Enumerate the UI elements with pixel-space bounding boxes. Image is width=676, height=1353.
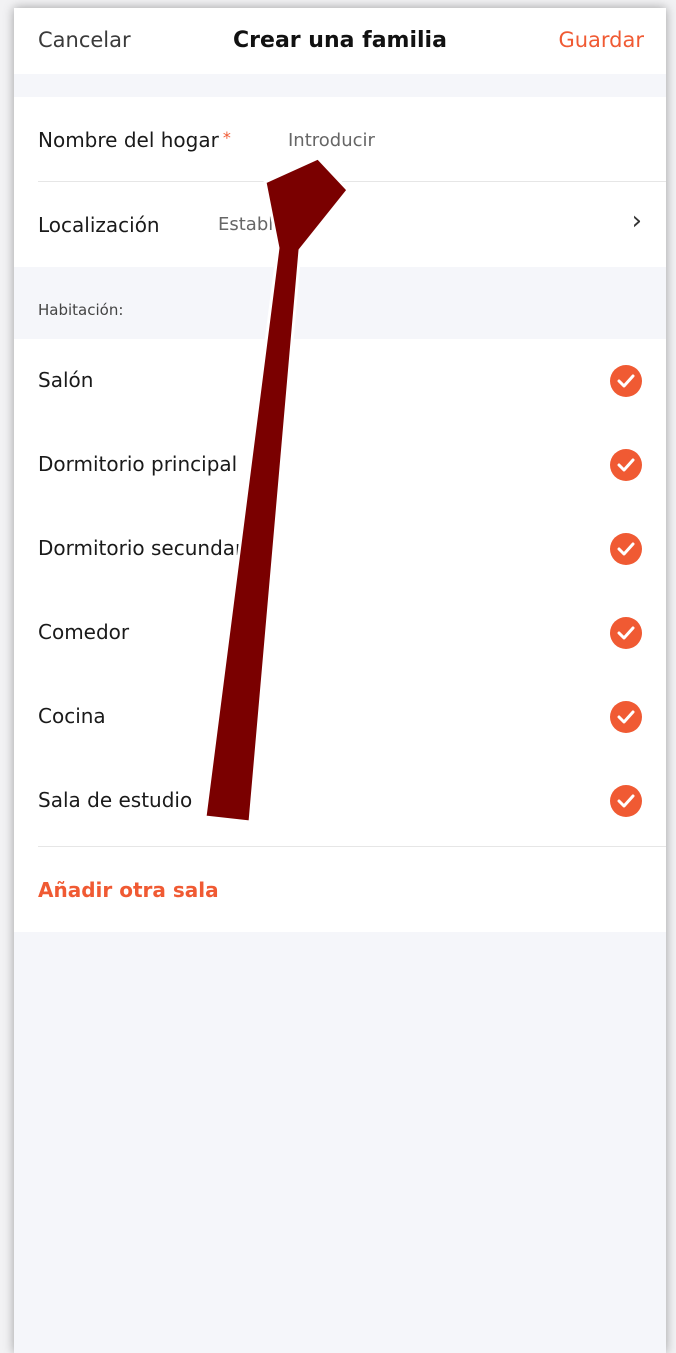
chevron-right-icon: › (631, 206, 642, 236)
room-name: Cocina (38, 704, 106, 728)
check-icon[interactable] (610, 365, 642, 397)
rooms-list: Salón Dormitorio principal Dormitorio se… (14, 339, 666, 932)
divider (38, 846, 666, 847)
app-screen: Cancelar Crear una familia Guardar Nombr… (14, 8, 666, 1353)
check-icon[interactable] (610, 533, 642, 565)
room-item-salon[interactable]: Salón (14, 339, 666, 423)
room-item-comedor[interactable]: Comedor (14, 591, 666, 675)
location-label: Localización (38, 213, 160, 237)
rooms-section-label: Habitación: (38, 301, 124, 319)
location-value: Establecer (218, 214, 313, 235)
room-item-cocina[interactable]: Cocina (14, 675, 666, 759)
check-icon[interactable] (610, 449, 642, 481)
check-icon[interactable] (610, 701, 642, 733)
room-name: Comedor (38, 620, 130, 644)
room-name: Sala de estudio (38, 788, 193, 812)
check-icon[interactable] (610, 617, 642, 649)
home-name-label: Nombre del hogar * (38, 128, 231, 152)
top-bar: Cancelar Crear una familia Guardar (14, 8, 666, 74)
room-item-dormitorio-principal[interactable]: Dormitorio principal (14, 423, 666, 507)
room-item-sala-de-estudio[interactable]: Sala de estudio (14, 759, 666, 843)
room-name: Dormitorio secundario (38, 536, 262, 560)
home-form: Nombre del hogar* Localización Establece… (14, 97, 666, 267)
room-name: Salón (38, 368, 94, 392)
add-room-button[interactable]: Añadir otra sala (38, 878, 219, 902)
save-button[interactable]: Guardar (558, 28, 644, 52)
check-icon[interactable] (610, 785, 642, 817)
required-mark: * (222, 128, 231, 147)
home-name-row: Nombre del hogar * (14, 97, 666, 181)
home-name-input[interactable] (286, 121, 630, 159)
room-name: Dormitorio principal (38, 452, 238, 476)
room-item-dormitorio-secundario[interactable]: Dormitorio secundario (14, 507, 666, 591)
location-row[interactable]: Localización Establecer › (14, 182, 666, 266)
